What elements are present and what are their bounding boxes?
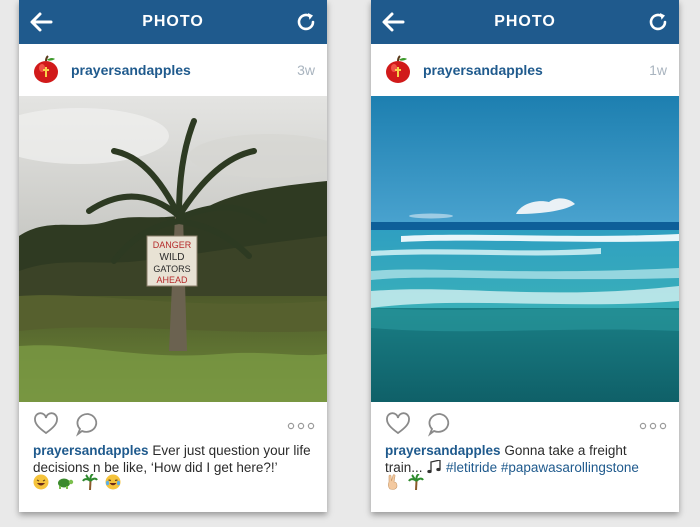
post-actions: [19, 402, 327, 444]
victory-hand-icon: [388, 474, 398, 490]
username-link[interactable]: prayersandapples: [71, 62, 191, 78]
crying-laughing-face-icon: [105, 474, 121, 490]
avatar[interactable]: [383, 55, 413, 85]
laughing-face-icon: [33, 474, 49, 490]
post-header: prayersandapples 1w: [371, 44, 679, 96]
music-notes-icon: [427, 459, 441, 474]
top-bar: PHOTO: [19, 0, 327, 44]
screenshot-collage: PHOTO prayersandapples 3w DANGER WILD GA…: [0, 0, 700, 527]
comment-bubble-icon[interactable]: [75, 411, 101, 437]
refresh-icon[interactable]: [647, 11, 669, 33]
caption-emojis: [33, 474, 124, 492]
page-title: PHOTO: [142, 13, 204, 30]
post-time: 1w: [649, 62, 667, 78]
post-photo-ocean: [371, 96, 679, 402]
page-title: PHOTO: [494, 13, 556, 30]
caption-username[interactable]: prayersandapples: [385, 443, 501, 458]
username-link[interactable]: prayersandapples: [423, 62, 543, 78]
caption-hashtags[interactable]: #letitride #papawasarollingstone: [446, 460, 639, 475]
more-options-icon[interactable]: [639, 422, 667, 430]
palm-tree-icon: [408, 474, 425, 490]
post-card-left: PHOTO prayersandapples 3w DANGER WILD GA…: [19, 0, 327, 512]
comment-bubble-icon[interactable]: [427, 411, 453, 437]
more-options-icon[interactable]: [287, 422, 315, 430]
post-header: prayersandapples 3w: [19, 44, 327, 96]
post-caption: prayersandapples Ever just question your…: [33, 442, 315, 476]
top-bar: PHOTO: [371, 0, 679, 44]
caption-username[interactable]: prayersandapples: [33, 443, 149, 458]
sign-line-4: AHEAD: [156, 275, 188, 285]
post-time: 3w: [297, 62, 315, 78]
post-photo-gators: DANGER WILD GATORS AHEAD: [19, 96, 327, 402]
sign-line-1: DANGER: [153, 240, 192, 250]
post-card-right: PHOTO prayersandapples 1w prayersandappl…: [371, 0, 679, 512]
refresh-icon[interactable]: [295, 11, 317, 33]
avatar[interactable]: [31, 55, 61, 85]
sign-line-3: GATORS: [153, 264, 190, 274]
caption-emojis: [385, 474, 427, 492]
post-actions: [371, 402, 679, 444]
sign-line-2: WILD: [160, 252, 185, 263]
turtle-icon: [58, 478, 74, 489]
post-caption: prayersandapples Gonna take a freight tr…: [385, 442, 667, 476]
like-heart-icon[interactable]: [33, 412, 59, 436]
palm-tree-icon: [82, 474, 98, 490]
like-heart-icon[interactable]: [385, 412, 411, 436]
